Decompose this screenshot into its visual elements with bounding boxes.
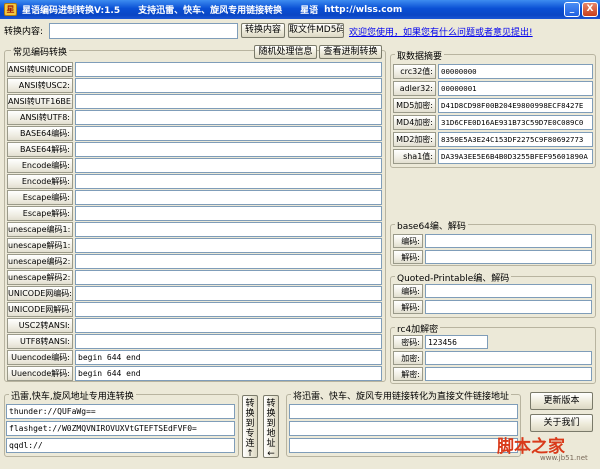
rc4-row-field[interactable] bbox=[425, 351, 592, 365]
base64-row-label: 解码: bbox=[393, 250, 423, 264]
encoding-row-label: Encode解码: bbox=[7, 174, 73, 189]
convert-button[interactable]: 转换内容 bbox=[241, 23, 285, 38]
encoding-row-field[interactable] bbox=[75, 94, 382, 109]
encoding-row-label: Uuencode编码: bbox=[7, 350, 73, 365]
encoding-row-field[interactable] bbox=[75, 334, 382, 349]
encoding-row-label: unescape解码2: bbox=[7, 270, 73, 285]
digest-row-field[interactable]: 00000001 bbox=[438, 81, 593, 96]
encoding-row-label: unescape解码1: bbox=[7, 238, 73, 253]
encoding-row-field[interactable] bbox=[75, 142, 382, 157]
qp-group-title: Quoted-Printable编、解码 bbox=[395, 271, 512, 284]
encoding-row-field[interactable] bbox=[75, 110, 382, 125]
rc4-row-label: 密码: bbox=[393, 335, 423, 349]
direct-link-field[interactable] bbox=[289, 404, 518, 419]
encoding-row-label: BASE64解码: bbox=[7, 142, 73, 157]
direct-link-group-title: 将迅雷、快车、旋风专用链接转化为直接文件链接地址 bbox=[291, 389, 512, 402]
qp-row-label: 编码: bbox=[393, 284, 423, 298]
encoding-group-title: 常见编码转换 bbox=[11, 45, 70, 58]
app-url: http://wlss.com bbox=[324, 4, 403, 15]
convert-label: 转换内容: bbox=[4, 27, 44, 37]
convert-to-special-button[interactable]: 转换到专连↑ bbox=[242, 395, 258, 459]
welcome-link[interactable]: 欢迎您使用，如果您有什么问题或者意见提出! bbox=[349, 25, 533, 38]
encoding-row-field[interactable] bbox=[75, 318, 382, 333]
about-us-button[interactable]: 关于我们 bbox=[530, 414, 593, 432]
direct-link-field[interactable] bbox=[289, 421, 518, 436]
encoding-row-label: Uuencode解码: bbox=[7, 366, 73, 381]
encoding-row-label: ANSI转USC2: bbox=[7, 78, 73, 93]
encoding-row-field[interactable] bbox=[75, 270, 382, 285]
app-subtitle: 支持迅雷、快车、旋风专用链接转换 bbox=[138, 6, 283, 16]
encoding-row-field[interactable] bbox=[75, 206, 382, 221]
rc4-row-label: 加密: bbox=[393, 351, 423, 365]
app-icon: 星 bbox=[4, 3, 17, 16]
qp-row-field[interactable] bbox=[425, 284, 592, 298]
digest-row-field[interactable]: 00000000 bbox=[438, 64, 593, 79]
encoding-row-label: Encode编码: bbox=[7, 158, 73, 173]
digest-row-field[interactable]: 31D6CFE0D16AE931B73C59D7E0C089C0 bbox=[438, 115, 593, 130]
encoding-row-label: ANSI转UNICODE: bbox=[7, 62, 73, 77]
digest-row-label: sha1值: bbox=[393, 149, 436, 164]
rc4-group-title: rc4加解密 bbox=[395, 322, 441, 335]
direct-link-field[interactable] bbox=[289, 438, 518, 453]
encoding-row-label: ANSI转UTF8: bbox=[7, 110, 73, 125]
thunder-group-title: 迅雷,快车,旋风地址专用连转换 bbox=[9, 389, 136, 402]
title-bar: 星 星语编码进制转换V:1.5 支持迅雷、快车、旋风专用链接转换 星语 http… bbox=[0, 0, 600, 19]
encoding-row-label: unescape编码2: bbox=[7, 254, 73, 269]
view-base-conversion-button[interactable]: 查看进制转换 bbox=[319, 45, 382, 59]
close-button[interactable]: X bbox=[582, 2, 598, 17]
thunder-link-field[interactable]: thunder://QUFaWg== bbox=[6, 404, 235, 419]
thunder-link-field[interactable]: flashget://W0ZMQVNIROVUXVtGTEFTSEdFVF0= bbox=[6, 421, 235, 436]
encoding-row-label: UNICODE网编码: bbox=[7, 286, 73, 301]
encoding-row-label: UNICODE网解码: bbox=[7, 302, 73, 317]
digest-row-label: MD4加密: bbox=[393, 115, 436, 130]
digest-row-label: crc32值: bbox=[393, 64, 436, 79]
digest-row-label: MD2加密: bbox=[393, 132, 436, 147]
encoding-row-field[interactable] bbox=[75, 190, 382, 205]
encoding-row-label: ANSI转UTF16BE: bbox=[7, 94, 73, 109]
app-author: 星语 bbox=[300, 6, 319, 16]
encoding-row-label: UTF8转ANSI: bbox=[7, 334, 73, 349]
encoding-row-label: Escape解码: bbox=[7, 206, 73, 221]
encoding-row-field[interactable] bbox=[75, 126, 382, 141]
encoding-row-field[interactable] bbox=[75, 254, 382, 269]
qp-row-field[interactable] bbox=[425, 300, 592, 314]
base64-row-label: 编码: bbox=[393, 234, 423, 248]
random-process-button[interactable]: 随机处理信息 bbox=[254, 45, 317, 59]
encoding-row-field[interactable]: begin 644 end bbox=[75, 350, 382, 365]
encoding-row-label: USC2转ANSI: bbox=[7, 318, 73, 333]
digest-row-field[interactable]: 8350E5A3E24C153DF2275C9F80692773 bbox=[438, 132, 593, 147]
base64-row-field[interactable] bbox=[425, 234, 592, 248]
digest-row-label: adler32: bbox=[393, 81, 436, 96]
digest-group-title: 取数据摘要 bbox=[395, 49, 445, 62]
encoding-row-field[interactable] bbox=[75, 158, 382, 173]
rc4-row-label: 解密: bbox=[393, 367, 423, 381]
digest-row-field[interactable]: D41D8CD98F00B204E9800998ECF8427E bbox=[438, 98, 593, 113]
encoding-row-label: BASE64编码: bbox=[7, 126, 73, 141]
encoding-row-label: Escape编码: bbox=[7, 190, 73, 205]
file-md5-button[interactable]: 取文件MD5码 bbox=[288, 23, 344, 38]
minimize-button[interactable]: _ bbox=[564, 2, 580, 17]
encoding-row-field[interactable] bbox=[75, 286, 382, 301]
convert-to-address-button[interactable]: 转换到地址← bbox=[263, 395, 279, 459]
encoding-row-field[interactable] bbox=[75, 222, 382, 237]
convert-input[interactable] bbox=[49, 23, 238, 39]
encoding-row-field[interactable] bbox=[75, 302, 382, 317]
digest-row-label: MD5加密: bbox=[393, 98, 436, 113]
update-version-button[interactable]: 更新版本 bbox=[530, 392, 593, 410]
thunder-link-field[interactable]: qqdl:// bbox=[6, 438, 235, 453]
encoding-row-field[interactable] bbox=[75, 174, 382, 189]
encoding-row-field[interactable] bbox=[75, 62, 382, 77]
rc4-row-field[interactable] bbox=[425, 367, 592, 381]
encoding-row-field[interactable] bbox=[75, 78, 382, 93]
digest-row-field[interactable]: DA39A3EE5E6B4B0D3255BFEF95601890A bbox=[438, 149, 593, 164]
base64-row-field[interactable] bbox=[425, 250, 592, 264]
qp-row-label: 解码: bbox=[393, 300, 423, 314]
encoding-row-field[interactable]: begin 644 end bbox=[75, 366, 382, 381]
rc4-row-field[interactable]: 123456 bbox=[425, 335, 488, 349]
base64-group-title: base64编、解码 bbox=[395, 219, 468, 232]
watermark-url: www.jb51.net bbox=[540, 454, 588, 462]
encoding-row-field[interactable] bbox=[75, 238, 382, 253]
app-name: 星语编码进制转换V:1.5 bbox=[22, 6, 121, 16]
encoding-row-label: unescape编码1: bbox=[7, 222, 73, 237]
